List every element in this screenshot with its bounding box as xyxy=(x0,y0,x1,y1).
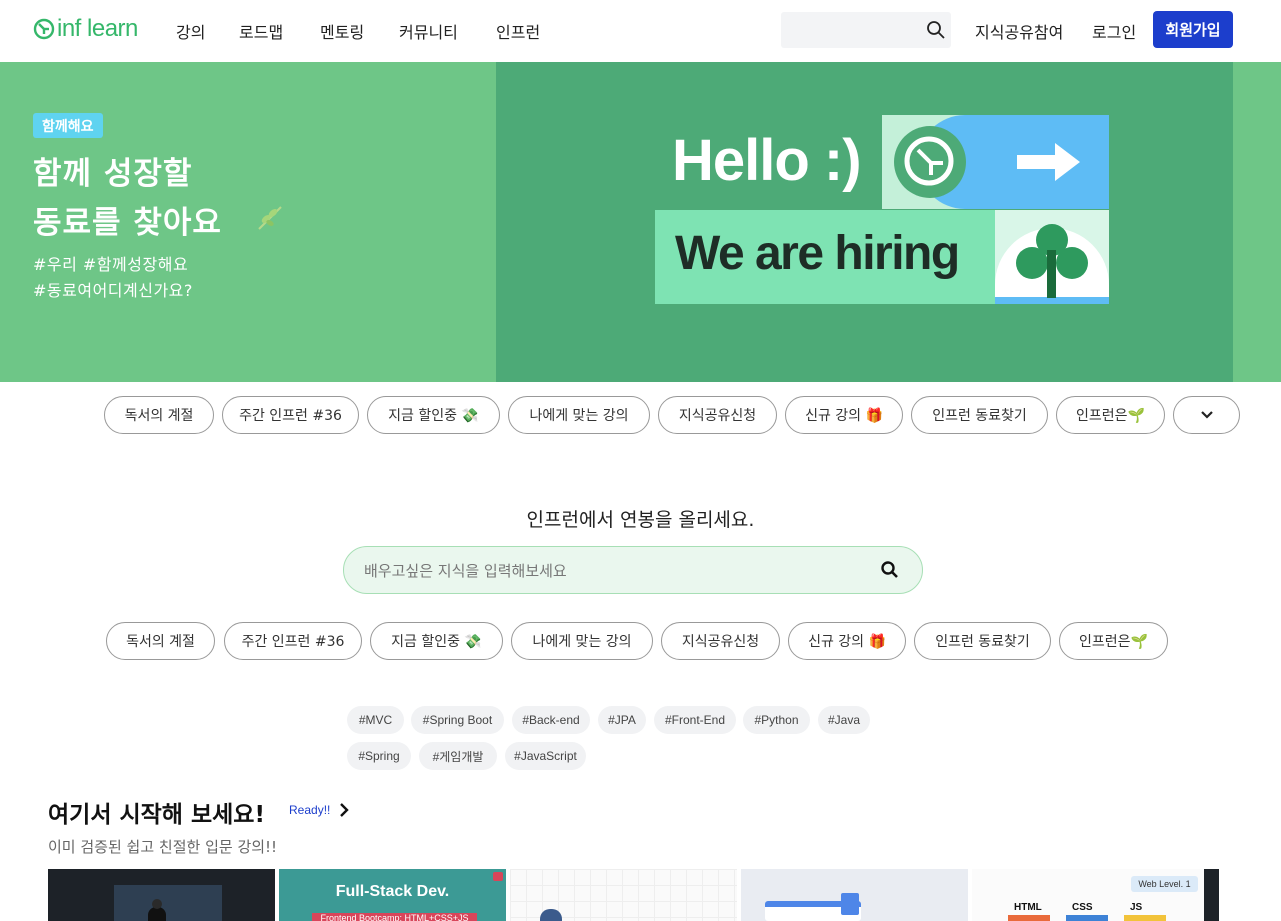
signup-button[interactable]: 회원가입 xyxy=(1153,11,1233,48)
html-label: HTML xyxy=(1014,902,1042,913)
top-chip-about-inflearn[interactable]: 인프런은🌱 xyxy=(1056,396,1165,434)
chevron-down-icon xyxy=(1200,411,1213,419)
nav-mentoring[interactable]: 멘토링 xyxy=(320,19,364,43)
course-thumbnail[interactable] xyxy=(48,869,275,921)
tag-front-end[interactable]: #Front-End xyxy=(654,706,736,734)
header-search-input[interactable] xyxy=(781,12,951,48)
tag-java[interactable]: #Java xyxy=(818,706,870,734)
chip-instructor-apply[interactable]: 지식공유신청 xyxy=(661,622,780,660)
web-level-badge: Web Level. 1 xyxy=(1131,876,1198,892)
top-chip-reading-season[interactable]: 독서의 계절 xyxy=(104,396,214,434)
tag-mvc[interactable]: #MVC xyxy=(347,706,404,734)
section-subtitle: 이미 검증된 쉽고 친절한 입문 강의!! xyxy=(48,838,278,856)
banner-title-line2: 동료를 찾아요 xyxy=(33,205,222,241)
tag-jpa[interactable]: #JPA xyxy=(598,706,646,734)
chip-recommended[interactable]: 나에게 맞는 강의 xyxy=(511,622,653,660)
banner-tags-line1: #우리 #함께성장해요 xyxy=(33,255,189,274)
banner-badge: 함께해요 xyxy=(33,113,103,138)
top-header: inf learn 강의 로드맵 멘토링 커뮤니티 인프런 지식공유참여 로그인… xyxy=(0,0,1281,62)
tag-back-end[interactable]: #Back-end xyxy=(512,706,590,734)
course-thumbnail-partial[interactable] xyxy=(1204,869,1219,921)
chip-about-inflearn[interactable]: 인프런은🌱 xyxy=(1059,622,1168,660)
chip-find-coworkers[interactable]: 인프런 동료찾기 xyxy=(914,622,1051,660)
share-knowledge-link[interactable]: 지식공유참여 xyxy=(975,19,1063,43)
banner-title-line1: 함께 성장할 xyxy=(33,156,193,192)
top-chip-find-coworkers[interactable]: 인프런 동료찾기 xyxy=(911,396,1048,434)
fullstack-title: Full-Stack Dev. xyxy=(335,883,450,900)
tag-game-dev[interactable]: #게임개발 xyxy=(419,742,497,770)
hello-text: Hello :) xyxy=(672,128,862,193)
nav-community[interactable]: 커뮤니티 xyxy=(399,19,458,43)
banner-tags-line2: #동료여어디계신가요? xyxy=(33,281,193,300)
tag-spring[interactable]: #Spring xyxy=(347,742,411,770)
top-chip-recommended[interactable]: 나에게 맞는 강의 xyxy=(508,396,650,434)
nav-roadmap[interactable]: 로드맵 xyxy=(239,19,283,43)
top-chip-on-sale[interactable]: 지금 할인중 💸 xyxy=(367,396,500,434)
chip-on-sale[interactable]: 지금 할인중 💸 xyxy=(370,622,503,660)
course-thumbnail[interactable] xyxy=(741,869,968,921)
nav-lectures[interactable]: 강의 xyxy=(176,19,205,43)
logo-text: inf learn xyxy=(57,15,138,42)
hiring-text: We are hiring xyxy=(675,227,960,280)
chip-new-courses[interactable]: 신규 강의 🎁 xyxy=(788,622,906,660)
leaf-icon xyxy=(255,203,285,237)
fullstack-subtitle: Frontend Bootcamp: HTML+CSS+JS xyxy=(312,913,477,921)
search-icon[interactable] xyxy=(926,20,946,44)
nav-inflearn[interactable]: 인프런 xyxy=(496,19,540,43)
course-thumbnail[interactable]: Web Level. 1 HTML CSS JS xyxy=(972,869,1204,921)
top-chip-new-courses[interactable]: 신규 강의 🎁 xyxy=(785,396,903,434)
inflearn-logo[interactable]: inf learn xyxy=(33,14,138,44)
section-ready-label[interactable]: Ready!! xyxy=(289,803,330,817)
course-thumbnail[interactable]: Full-Stack Dev. Frontend Bootcamp: HTML+… xyxy=(279,869,506,921)
chip-reading-season[interactable]: 독서의 계절 xyxy=(106,622,215,660)
main-search-icon[interactable] xyxy=(880,560,900,584)
main-search-box[interactable] xyxy=(343,546,923,594)
top-chip-weekly-inflearn[interactable]: 주간 인프런 #36 xyxy=(222,396,359,434)
main-search-input[interactable] xyxy=(364,559,864,583)
login-link[interactable]: 로그인 xyxy=(1092,19,1136,43)
css-label: CSS xyxy=(1072,902,1093,913)
section-title[interactable]: 여기서 시작해 보세요! xyxy=(48,795,265,829)
tag-javascript[interactable]: #JavaScript xyxy=(505,742,586,770)
tag-spring-boot[interactable]: #Spring Boot xyxy=(411,706,504,734)
js-label: JS xyxy=(1130,902,1143,913)
logo-icon xyxy=(33,18,55,40)
chips-more-button[interactable] xyxy=(1173,396,1240,434)
course-thumbnail[interactable] xyxy=(510,869,737,921)
chevron-right-icon[interactable] xyxy=(338,802,350,822)
chip-weekly-inflearn[interactable]: 주간 인프런 #36 xyxy=(224,622,362,660)
main-headline: 인프런에서 연봉을 올리세요. xyxy=(526,509,755,531)
top-chip-instructor-apply[interactable]: 지식공유신청 xyxy=(658,396,777,434)
tag-python[interactable]: #Python xyxy=(743,706,810,734)
